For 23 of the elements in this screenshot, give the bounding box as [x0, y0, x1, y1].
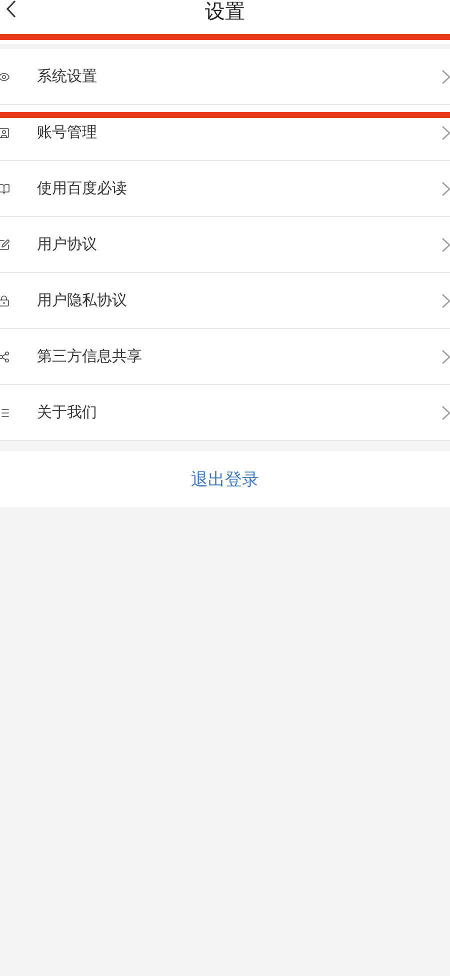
row-label: 关于我们 — [37, 403, 98, 422]
list-icon — [0, 406, 10, 418]
row-label: 用户协议 — [37, 235, 98, 254]
chevron-icon — [442, 126, 450, 140]
book-icon — [0, 182, 10, 194]
chevron-icon — [442, 406, 450, 420]
chevron-icon — [442, 70, 450, 84]
chevron-icon — [442, 350, 450, 364]
eye-icon — [0, 70, 10, 82]
row-label: 系统设置 — [37, 67, 98, 86]
lock-icon — [0, 294, 10, 306]
chevron-icon — [442, 182, 450, 196]
row-label: 用户隐私协议 — [37, 291, 128, 310]
chevron-icon — [442, 238, 450, 252]
page-title: 设置 — [205, 1, 245, 21]
row-label: 账号管理 — [37, 123, 98, 142]
share-icon — [0, 350, 10, 362]
row-label: 第三方信息共享 — [37, 347, 143, 366]
row-label: 使用百度必读 — [37, 179, 128, 198]
chevron-icon — [442, 294, 450, 308]
logout-button[interactable]: 退出登录 — [0, 451, 450, 507]
user-icon — [0, 126, 10, 138]
edit-icon — [0, 238, 10, 250]
